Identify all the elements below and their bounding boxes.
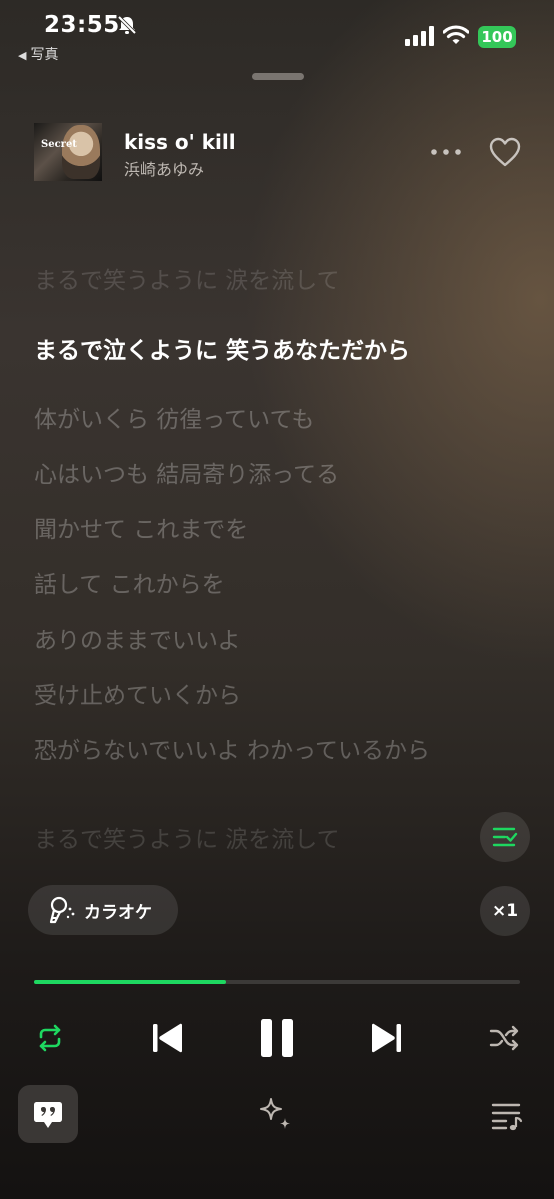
- progress-bar[interactable]: [34, 980, 520, 984]
- karaoke-label: カラオケ: [84, 902, 152, 923]
- lyric-line[interactable]: ありのままでいいよ: [34, 626, 241, 656]
- lyric-line[interactable]: 受け止めていくから: [34, 681, 241, 711]
- repeat-icon[interactable]: [34, 1022, 66, 1054]
- shuffle-icon[interactable]: [488, 1022, 520, 1054]
- more-options-icon[interactable]: [428, 140, 464, 164]
- microphone-sparkle-icon: [49, 896, 75, 924]
- album-art[interactable]: Secret: [34, 123, 102, 181]
- status-bar: 23:55 ◀ 写真 100: [0, 0, 554, 70]
- playback-speed-button[interactable]: ×1: [480, 886, 530, 936]
- karaoke-button[interactable]: カラオケ: [28, 885, 178, 935]
- back-arrow-icon: ◀: [18, 49, 27, 62]
- track-artist[interactable]: 浜崎あゆみ: [124, 156, 204, 180]
- cellular-signal-icon: [405, 26, 434, 46]
- wifi-icon: [443, 25, 469, 44]
- progress-fill: [34, 980, 226, 984]
- back-to-photos-link[interactable]: ◀ 写真: [18, 44, 58, 64]
- quote-bubble-icon: [34, 1102, 62, 1128]
- lyric-line[interactable]: 恐がらないでいいよ わかっているから: [34, 736, 464, 766]
- heart-icon[interactable]: [488, 136, 522, 168]
- lyric-line-active[interactable]: まるで泣くように 笑うあなただから: [34, 336, 410, 366]
- lyric-line[interactable]: まるで笑うように 涙を流して: [34, 266, 340, 296]
- silent-bell-icon: [117, 15, 137, 35]
- next-track-icon[interactable]: [368, 1020, 404, 1056]
- pause-icon[interactable]: [258, 1017, 296, 1059]
- lyric-line[interactable]: 心はいつも 結局寄り添ってる: [34, 460, 339, 490]
- lyric-line[interactable]: まるで笑うように 涙を流して: [34, 825, 340, 855]
- album-art-portrait: [62, 125, 100, 179]
- lyric-line[interactable]: 聞かせて これまでを: [34, 515, 248, 545]
- clock: 23:55: [44, 12, 120, 38]
- lyrics-sync-button[interactable]: [480, 812, 530, 862]
- lyrics-tab-button[interactable]: [18, 1085, 78, 1143]
- sheet-grabber[interactable]: [252, 73, 304, 80]
- lyric-line[interactable]: 話して これからを: [34, 570, 225, 600]
- lyrics-list-check-icon: [492, 827, 518, 847]
- queue-icon[interactable]: [490, 1100, 524, 1132]
- track-title: kiss o' kill: [124, 130, 236, 154]
- previous-track-icon[interactable]: [150, 1020, 186, 1056]
- sparkle-icon[interactable]: [256, 1096, 294, 1134]
- back-label: 写真: [30, 47, 59, 63]
- lyric-line[interactable]: 体がいくら 彷徨っていても: [34, 405, 314, 435]
- battery-indicator: 100: [478, 26, 516, 48]
- album-art-title: Secret: [41, 139, 77, 150]
